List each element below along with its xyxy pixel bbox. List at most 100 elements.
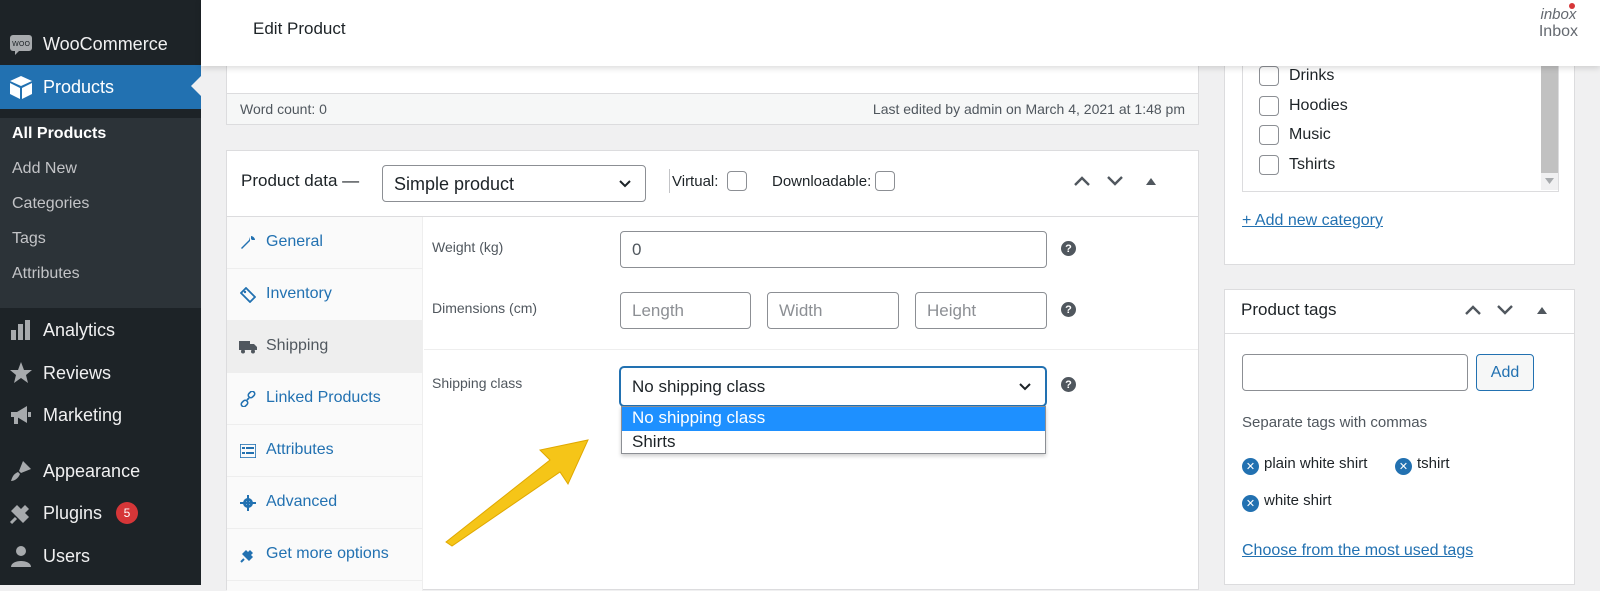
submenu-categories[interactable]: Categories <box>12 195 89 213</box>
option-no-shipping-class[interactable]: No shipping class <box>622 407 1045 431</box>
woocommerce-icon: WOO <box>8 31 34 57</box>
remove-tag-icon[interactable]: ✕ <box>1242 458 1259 475</box>
sidebar-item-marketing[interactable]: Marketing <box>0 394 201 436</box>
remove-tag-icon[interactable]: ✕ <box>1242 495 1259 512</box>
option-shirts[interactable]: Shirts <box>622 431 1045 455</box>
product-data-title: Product data — <box>241 171 360 190</box>
inbox-label: Inbox <box>1538 23 1578 40</box>
downloadable-checkbox[interactable] <box>875 171 895 191</box>
category-label: Music <box>1289 126 1331 143</box>
tab-shipping[interactable]: Shipping <box>227 321 423 373</box>
editor-status-bar: Word count: 0 Last edited by admin on Ma… <box>226 93 1199 125</box>
sidebar-item-analytics[interactable]: Analytics <box>0 309 201 351</box>
header-divider <box>669 169 670 193</box>
submenu-add-new[interactable]: Add New <box>12 160 77 178</box>
weight-input[interactable]: 0 <box>620 231 1047 268</box>
tab-get-more-options[interactable]: Get more options <box>227 529 423 581</box>
virtual-label: Virtual: <box>672 173 719 190</box>
tab-advanced[interactable]: Advanced <box>227 477 423 529</box>
tag-chip: ✕ white shirt <box>1242 492 1332 512</box>
category-label: Hoodies <box>1289 97 1348 114</box>
sidebar-item-label: WooCommerce <box>43 33 168 54</box>
submenu-tags[interactable]: Tags <box>12 230 46 248</box>
virtual-checkbox[interactable] <box>727 171 747 191</box>
inbox-button[interactable]: inbox Inbox <box>1538 3 1578 41</box>
product-data-header: Product data — Simple product Virtual: D… <box>227 151 1198 217</box>
remove-tag-icon[interactable]: ✕ <box>1395 458 1412 475</box>
shipping-class-select[interactable]: No shipping class <box>620 367 1046 406</box>
product-tags-header: Product tags <box>1225 290 1574 334</box>
tag-chip: ✕ tshirt <box>1395 455 1450 475</box>
sidebar-item-users[interactable]: Users <box>0 535 201 577</box>
category-label: Drinks <box>1289 67 1335 84</box>
tab-general[interactable]: General <box>227 217 423 269</box>
move-up-icon[interactable] <box>1461 298 1485 322</box>
length-input[interactable]: Length <box>620 292 751 329</box>
sidebar-item-plugins[interactable]: Plugins 5 <box>0 492 201 534</box>
sidebar-item-label: Users <box>43 545 91 566</box>
tab-linked-products[interactable]: Linked Products <box>227 373 423 425</box>
shipping-class-value: No shipping class <box>632 377 766 396</box>
height-input[interactable]: Height <box>915 292 1047 329</box>
box-icon <box>8 74 34 100</box>
category-checkbox[interactable] <box>1259 155 1279 175</box>
last-edited: Last edited by admin on March 4, 2021 at… <box>872 101 1185 117</box>
plug-icon <box>8 500 34 526</box>
chevron-down-icon <box>1017 378 1033 399</box>
list-icon <box>239 442 257 460</box>
help-icon[interactable]: ? <box>1061 302 1076 317</box>
sidebar-item-products[interactable]: Products <box>0 65 201 109</box>
link-icon <box>239 390 257 408</box>
most-used-tags-link[interactable]: Choose from the most used tags <box>1242 542 1473 560</box>
bar-chart-icon <box>8 317 34 343</box>
category-checkbox[interactable] <box>1259 66 1279 86</box>
plug-icon <box>239 546 257 564</box>
plugins-update-badge: 5 <box>116 502 138 524</box>
sidebar-item-label: Analytics <box>43 319 116 340</box>
shipping-class-label: Shipping class <box>432 375 523 391</box>
page-title: Edit Product <box>253 19 346 38</box>
word-count: Word count: 0 <box>240 101 327 117</box>
submenu-attributes[interactable]: Attributes <box>12 265 80 283</box>
new-tag-input[interactable] <box>1242 354 1468 391</box>
chevron-down-icon <box>617 175 633 196</box>
product-categories-box: Drinks Hoodies Music Tshirts + Add new c… <box>1224 40 1575 265</box>
product-type-select[interactable]: Simple product <box>382 165 646 202</box>
wrench-icon <box>239 234 257 252</box>
product-type-value: Simple product <box>394 174 515 194</box>
tab-label: Shipping <box>266 337 329 354</box>
scroll-down-icon[interactable] <box>1545 178 1554 184</box>
add-tag-button[interactable]: Add <box>1476 354 1534 391</box>
move-down-icon[interactable] <box>1103 169 1127 193</box>
sidebar-item-label: Marketing <box>43 404 123 425</box>
move-up-icon[interactable] <box>1070 169 1094 193</box>
tag-label: tshirt <box>1417 455 1450 472</box>
sidebar-item-woocommerce[interactable]: WOO WooCommerce <box>0 23 201 65</box>
category-label: Tshirts <box>1289 156 1336 173</box>
megaphone-icon <box>8 402 34 428</box>
collapse-toggle-icon[interactable] <box>1530 298 1554 322</box>
help-icon[interactable]: ? <box>1061 241 1076 256</box>
collapse-toggle-icon[interactable] <box>1139 169 1163 193</box>
annotation-arrow <box>445 439 589 547</box>
dimensions-label: Dimensions (cm) <box>432 300 538 316</box>
sidebar-item-label: Appearance <box>43 460 141 481</box>
tab-label: Linked Products <box>266 389 381 406</box>
tag-icon <box>239 286 257 304</box>
sidebar-item-reviews[interactable]: Reviews <box>0 352 201 394</box>
width-input[interactable]: Width <box>767 292 899 329</box>
inbox-unread-dot <box>1569 3 1575 9</box>
move-down-icon[interactable] <box>1493 298 1517 322</box>
shipping-class-dropdown: No shipping class Shirts <box>621 406 1046 454</box>
category-checkbox[interactable] <box>1259 96 1279 116</box>
help-icon[interactable]: ? <box>1061 377 1076 392</box>
sidebar-item-appearance[interactable]: Appearance <box>0 450 201 492</box>
tab-inventory[interactable]: Inventory <box>227 269 423 321</box>
admin-sidebar: WOO WooCommerce Products All Products Ad… <box>0 0 201 585</box>
submenu-all-products[interactable]: All Products <box>12 125 106 143</box>
product-data-box: Product data — Simple product Virtual: D… <box>226 150 1199 591</box>
woocommerce-header: Edit Product inbox Inbox <box>201 0 1600 66</box>
category-checkbox[interactable] <box>1259 125 1279 145</box>
tab-attributes[interactable]: Attributes <box>227 425 423 477</box>
add-new-category-link[interactable]: + Add new category <box>1242 212 1383 230</box>
